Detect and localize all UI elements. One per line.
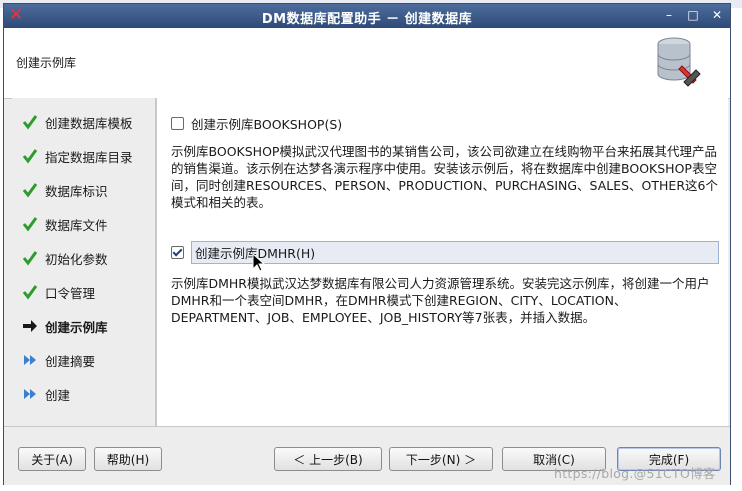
step-label: 口令管理 bbox=[45, 285, 96, 301]
watermark-text: https://blog.@51CTO博客 bbox=[554, 466, 716, 481]
bookshop-option[interactable]: 创建示例库BOOKSHOP(S) bbox=[171, 114, 342, 133]
double-chevron-icon bbox=[24, 389, 36, 399]
check-icon bbox=[22, 149, 38, 164]
step-label: 创建摘要 bbox=[45, 353, 96, 369]
page-header: 创建示例库 bbox=[4, 28, 730, 99]
page-title: 创建示例库 bbox=[16, 56, 77, 70]
bookshop-description: 示例库BOOKSHOP模拟武汉代理图书的某销售公司，该公司欲建立在线购物平台来拓… bbox=[171, 144, 718, 210]
steps-sidebar: 创建数据库模板 指定数据库目录 数据库标识 数据库文件 初始化参数 口令管理 创… bbox=[12, 98, 156, 426]
step-db-files: 数据库文件 bbox=[22, 214, 108, 234]
step-db-directory: 指定数据库目录 bbox=[22, 146, 133, 166]
maximize-button[interactable]: □ bbox=[686, 7, 700, 23]
step-label: 指定数据库目录 bbox=[45, 149, 133, 165]
step-summary: 创建摘要 bbox=[22, 350, 95, 370]
step-label: 创建 bbox=[45, 387, 71, 403]
dialog-window: ✕ DM数据库配置助手 － 创建数据库 – □ ✕ 创建示例库 创建数据库模板 … bbox=[3, 3, 731, 485]
step-label: 创建数据库模板 bbox=[45, 115, 133, 131]
right-arrow-icon bbox=[23, 320, 37, 332]
database-config-icon bbox=[657, 37, 701, 87]
back-button[interactable]: ＜ 上一步(B) bbox=[274, 447, 382, 471]
step-init-params: 初始化参数 bbox=[22, 248, 108, 268]
step-password: 口令管理 bbox=[22, 282, 95, 302]
double-chevron-icon bbox=[24, 355, 36, 365]
step-label: 初始化参数 bbox=[45, 251, 108, 267]
content-panel: 创建示例库BOOKSHOP(S) 示例库BOOKSHOP模拟武汉代理图书的某销售… bbox=[156, 98, 728, 426]
check-icon bbox=[22, 251, 38, 266]
step-db-identity: 数据库标识 bbox=[22, 180, 108, 200]
dmhr-checkbox[interactable] bbox=[171, 245, 184, 259]
step-create-template: 创建数据库模板 bbox=[22, 112, 133, 132]
bookshop-label[interactable]: 创建示例库BOOKSHOP(S) bbox=[191, 114, 342, 133]
close-button[interactable]: ✕ bbox=[710, 7, 724, 23]
minimize-button[interactable]: – bbox=[662, 7, 676, 23]
mouse-pointer-icon bbox=[252, 253, 266, 272]
step-sample-db: 创建示例库 bbox=[22, 316, 108, 336]
bookshop-checkbox[interactable] bbox=[171, 117, 184, 130]
help-button[interactable]: 帮助(H) bbox=[94, 447, 162, 471]
step-label: 数据库文件 bbox=[45, 217, 108, 233]
window-title: DM数据库配置助手 － 创建数据库 bbox=[261, 12, 473, 27]
about-button[interactable]: 关于(A) bbox=[18, 447, 86, 471]
check-icon bbox=[22, 217, 38, 232]
step-create: 创建 bbox=[22, 384, 70, 404]
step-label: 创建示例库 bbox=[45, 319, 108, 335]
dmhr-label[interactable]: 创建示例库DMHR(H) bbox=[191, 240, 719, 264]
check-icon bbox=[22, 115, 38, 130]
check-icon bbox=[22, 285, 38, 300]
title-bar[interactable]: ✕ DM数据库配置助手 － 创建数据库 – □ ✕ bbox=[4, 4, 730, 28]
next-button[interactable]: 下一步(N) ＞ bbox=[389, 447, 493, 471]
dmhr-description: 示例库DMHR模拟武汉达梦数据库有限公司人力资源管理系统。安装完这示例库，将创建… bbox=[171, 276, 710, 325]
step-label: 数据库标识 bbox=[45, 183, 108, 199]
check-icon bbox=[22, 183, 38, 198]
